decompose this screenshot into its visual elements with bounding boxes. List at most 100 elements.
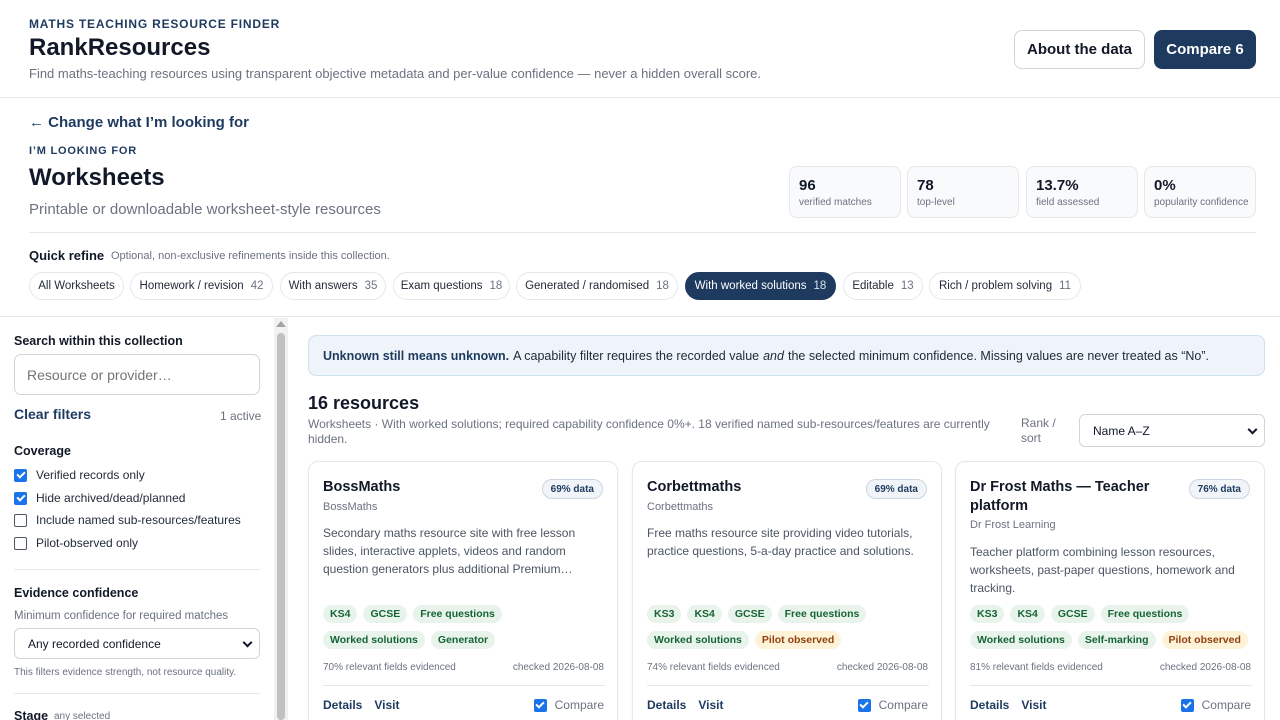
tag: GCSE bbox=[727, 605, 772, 623]
chip-generated-randomised[interactable]: Generated / randomised 18 bbox=[516, 272, 678, 300]
resource-card: BossMaths BossMaths 69% data Secondary m… bbox=[308, 461, 618, 720]
tag: KS4 bbox=[323, 605, 358, 623]
stat-label: popularity confidence bbox=[1154, 197, 1249, 208]
chip-count: 18 bbox=[656, 280, 669, 292]
checkbox[interactable] bbox=[14, 491, 27, 505]
compare-toggle[interactable]: Compare bbox=[1180, 698, 1251, 712]
chip-editable[interactable]: Editable 13 bbox=[843, 272, 923, 300]
divider bbox=[647, 685, 929, 686]
resource-card: Dr Frost Maths — Teacher platform Dr Fro… bbox=[955, 461, 1265, 720]
resource-tags: KS4 GCSE Free questions Worked solutions… bbox=[323, 605, 608, 649]
data-coverage-badge: 69% data bbox=[541, 479, 603, 499]
checkbox[interactable] bbox=[857, 698, 871, 712]
active-filter-count: 1 active bbox=[220, 409, 262, 423]
scrollbar-thumb[interactable] bbox=[277, 333, 285, 720]
checkbox-label: Pilot-observed only bbox=[36, 536, 139, 550]
details-link[interactable]: Details bbox=[970, 698, 1009, 712]
compare-label: Compare bbox=[554, 698, 604, 712]
chip-homework-revision[interactable]: Homework / revision 42 bbox=[130, 272, 273, 300]
evidence-confidence-subtitle: Minimum confidence for required matches bbox=[14, 610, 229, 622]
filter-include-sub-resources[interactable]: Include named sub-resources/features bbox=[14, 511, 241, 529]
chip-with-worked-solutions[interactable]: With worked solutions 18 bbox=[685, 272, 836, 300]
details-link[interactable]: Details bbox=[647, 698, 686, 712]
filter-hide-archived[interactable]: Hide archived/dead/planned bbox=[14, 489, 185, 507]
resource-description: Free maths resource site providing video… bbox=[647, 526, 914, 558]
divider bbox=[14, 569, 260, 570]
resource-description: Secondary maths resource site with free … bbox=[323, 526, 576, 576]
resource-title: BossMaths bbox=[323, 479, 401, 495]
filter-verified-only[interactable]: Verified records only bbox=[14, 466, 145, 484]
chip-rich-problem-solving[interactable]: Rich / problem solving 11 bbox=[929, 272, 1081, 300]
rank-sort-label: Rank / sort bbox=[1021, 416, 1056, 445]
chip-count: 13 bbox=[900, 280, 914, 292]
tag: KS3 bbox=[970, 605, 1005, 623]
divider bbox=[14, 693, 260, 694]
checkbox[interactable] bbox=[1180, 698, 1194, 712]
tag: GCSE bbox=[1050, 605, 1095, 623]
collection-title: Worksheets bbox=[29, 164, 165, 191]
stage-title: Stage bbox=[14, 709, 49, 720]
app-header: MATHS TEACHING RESOURCE FINDER RankResou… bbox=[0, 0, 1280, 98]
chip-with-answers[interactable]: With answers 35 bbox=[280, 272, 386, 300]
tag: Worked solutions bbox=[323, 631, 425, 649]
details-link[interactable]: Details bbox=[323, 698, 362, 712]
checkbox-label: Include named sub-resources/features bbox=[36, 513, 241, 527]
stat-label: top-level bbox=[917, 197, 955, 208]
tag: Free questions bbox=[1100, 605, 1190, 623]
resource-title: Corbettmaths bbox=[647, 479, 742, 495]
tag: KS4 bbox=[687, 605, 722, 623]
tag: GCSE bbox=[363, 605, 408, 623]
notice-emphasis: and bbox=[763, 348, 784, 363]
chip-exam-questions[interactable]: Exam questions 18 bbox=[393, 272, 510, 300]
tag: KS3 bbox=[647, 605, 682, 623]
chip-all-worksheets[interactable]: All Worksheets bbox=[29, 272, 124, 300]
compare-toggle[interactable]: Compare bbox=[533, 698, 604, 712]
evidence-percentage: 81% relevant fields evidenced bbox=[970, 662, 1103, 673]
compare-button[interactable]: Compare 6 bbox=[1154, 30, 1256, 69]
tag: Free questions bbox=[413, 605, 502, 623]
notice-text: the selected minimum confidence. Missing… bbox=[787, 348, 1209, 363]
looking-for-label: I’M LOOKING FOR bbox=[29, 145, 137, 157]
divider bbox=[29, 232, 1256, 233]
about-data-button[interactable]: About the data bbox=[1014, 30, 1145, 69]
app-tagline: Find maths-teaching resources using tran… bbox=[29, 66, 762, 81]
chevron-down-icon bbox=[242, 637, 253, 648]
chip-label: With worked solutions bbox=[694, 280, 807, 292]
quick-refine-subtitle: Optional, non-exclusive refinements insi… bbox=[111, 250, 390, 262]
search-input[interactable] bbox=[14, 354, 260, 395]
notice-text: A capability filter requires the recorde… bbox=[513, 348, 760, 363]
stat-label: verified matches bbox=[799, 197, 872, 208]
chip-label: With answers bbox=[288, 280, 358, 292]
stat-verified-matches: 96 verified matches bbox=[789, 166, 901, 218]
compare-toggle[interactable]: Compare bbox=[857, 698, 928, 712]
notice-heading: Unknown still means unknown. bbox=[323, 348, 510, 363]
evidence-percentage: 70% relevant fields evidenced bbox=[323, 662, 456, 673]
filter-pilot-observed[interactable]: Pilot-observed only bbox=[14, 534, 138, 552]
resource-provider: Corbettmaths bbox=[647, 501, 714, 513]
sort-select[interactable]: Name A–Z bbox=[1079, 414, 1265, 447]
resource-provider: BossMaths bbox=[323, 501, 378, 513]
visit-link[interactable]: Visit bbox=[374, 698, 399, 712]
checkbox[interactable] bbox=[14, 513, 27, 527]
chip-count: 42 bbox=[250, 280, 264, 292]
checkbox[interactable] bbox=[14, 536, 27, 550]
evidence-confidence-note: This filters evidence strength, not reso… bbox=[14, 667, 237, 678]
checkbox[interactable] bbox=[533, 698, 547, 712]
confidence-select[interactable]: Any recorded confidence bbox=[14, 628, 260, 659]
stat-field-assessed: 13.7% field assessed bbox=[1026, 166, 1138, 218]
stat-label: field assessed bbox=[1036, 197, 1100, 208]
chip-count: 11 bbox=[1059, 280, 1072, 292]
clear-filters-link[interactable]: Clear filters bbox=[14, 406, 91, 422]
card-actions: Details Visit bbox=[647, 698, 723, 712]
visit-link[interactable]: Visit bbox=[1021, 698, 1046, 712]
chip-label: Homework / revision bbox=[139, 280, 244, 292]
results-count-title: 16 resources bbox=[308, 393, 420, 413]
stat-popularity-confidence: 0% popularity confidence bbox=[1144, 166, 1256, 218]
quick-refine-label: Quick refine bbox=[29, 248, 105, 263]
data-coverage-badge: 69% data bbox=[865, 479, 927, 499]
search-collection-title: Search within this collection bbox=[14, 334, 183, 348]
scroll-up-arrow-icon[interactable] bbox=[276, 321, 286, 327]
change-collection-link[interactable]: ← Change what I’m looking for bbox=[29, 114, 249, 131]
checkbox[interactable] bbox=[14, 468, 27, 482]
visit-link[interactable]: Visit bbox=[698, 698, 723, 712]
